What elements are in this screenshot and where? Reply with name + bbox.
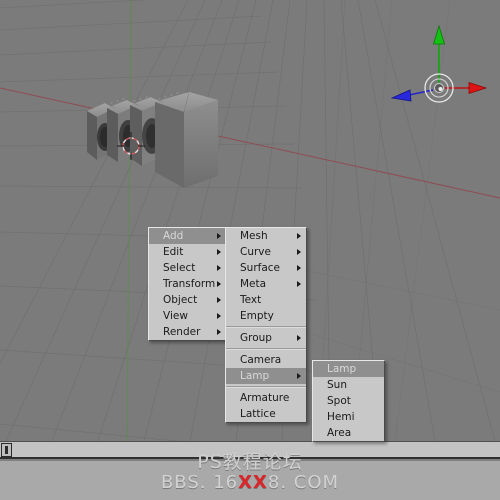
menu-item-object[interactable]: Object: [149, 292, 226, 308]
menu-item-label: Mesh: [240, 230, 268, 242]
submenu-arrow-icon: [217, 233, 221, 239]
menu-item-label: Spot: [327, 395, 351, 407]
menu-item-text[interactable]: Text: [226, 292, 306, 308]
menu-item-meta[interactable]: Meta: [226, 276, 306, 292]
menu-item-label: Lamp: [327, 363, 357, 375]
menu-item-add[interactable]: Add: [149, 228, 226, 244]
menu-item-lamp[interactable]: Lamp: [313, 361, 384, 377]
add-submenu[interactable]: Mesh Curve Surface Meta Text Empty Group Camera…: [225, 227, 307, 423]
menu-item-empty[interactable]: Empty: [226, 308, 306, 324]
menu-item-hemi[interactable]: Hemi: [313, 409, 384, 425]
menu-item-label: Sun: [327, 379, 347, 391]
menu-item-label: Add: [163, 230, 184, 242]
menu-item-edit[interactable]: Edit: [149, 244, 226, 260]
menu-separator: [226, 348, 306, 350]
menu-item-spot[interactable]: Spot: [313, 393, 384, 409]
submenu-arrow-icon: [297, 335, 301, 341]
submenu-arrow-icon: [217, 329, 221, 335]
menu-item-label: Object: [163, 294, 198, 306]
menu-item-label: Camera: [240, 354, 282, 366]
context-menu-root[interactable]: Add Edit Select Transform Object View Render: [148, 227, 227, 341]
axis-y-line: [126, 0, 132, 441]
menu-item-label: Curve: [240, 246, 271, 258]
menu-item-lattice[interactable]: Lattice: [226, 406, 306, 422]
submenu-arrow-icon: [217, 313, 221, 319]
menu-item-label: Empty: [240, 310, 274, 322]
menu-separator: [226, 386, 306, 388]
submenu-arrow-icon: [217, 281, 221, 287]
submenu-arrow-icon: [297, 281, 301, 287]
menu-item-render[interactable]: Render: [149, 324, 226, 340]
menu-item-label: Transform: [163, 278, 216, 290]
menu-item-label: Lamp: [240, 370, 270, 382]
menu-item-view[interactable]: View: [149, 308, 226, 324]
buttons-panel: Shadow and Spot Texture and Input Map To: [0, 461, 500, 500]
gizmo-axis-x: [445, 81, 488, 95]
menu-item-label: Hemi: [327, 411, 355, 423]
submenu-arrow-icon: [297, 373, 301, 379]
blender-window: Add Edit Select Transform Object View Render M…: [0, 0, 500, 500]
menu-item-mesh[interactable]: Mesh: [226, 228, 306, 244]
mesh-object[interactable]: [85, 88, 220, 203]
lamp-submenu[interactable]: Lamp Sun Spot Hemi Area: [312, 360, 385, 442]
menu-item-sun[interactable]: Sun: [313, 377, 384, 393]
menu-item-label: Surface: [240, 262, 281, 274]
3d-cursor: [116, 131, 146, 161]
menu-item-select[interactable]: Select: [149, 260, 226, 276]
buttons-window-header: [0, 441, 500, 459]
submenu-arrow-icon: [297, 265, 301, 271]
submenu-arrow-icon: [217, 297, 221, 303]
menu-separator: [226, 326, 306, 328]
menu-item-armature[interactable]: Armature: [226, 390, 306, 406]
menu-item-curve[interactable]: Curve: [226, 244, 306, 260]
menu-item-label: Armature: [240, 392, 290, 404]
menu-item-transform[interactable]: Transform: [149, 276, 226, 292]
transform-manipulator[interactable]: [385, 20, 490, 125]
menu-item-group[interactable]: Group: [226, 330, 306, 346]
menu-item-label: Area: [327, 427, 352, 439]
menu-item-camera[interactable]: Camera: [226, 352, 306, 368]
menu-item-label: Render: [163, 326, 201, 338]
submenu-arrow-icon: [297, 249, 301, 255]
menu-item-label: Group: [240, 332, 272, 344]
menu-item-label: Select: [163, 262, 196, 274]
editor-type-button[interactable]: [1, 443, 12, 457]
menu-item-label: Lattice: [240, 408, 276, 420]
editor-type-icon: [5, 446, 8, 454]
menu-item-area[interactable]: Area: [313, 425, 384, 441]
menu-item-surface[interactable]: Surface: [226, 260, 306, 276]
submenu-arrow-icon: [217, 265, 221, 271]
submenu-arrow-icon: [217, 249, 221, 255]
submenu-arrow-icon: [297, 233, 301, 239]
menu-item-label: Text: [240, 294, 262, 306]
menu-item-label: Edit: [163, 246, 184, 258]
menu-item-label: Meta: [240, 278, 267, 290]
menu-item-lamp[interactable]: Lamp: [226, 368, 306, 384]
menu-item-label: View: [163, 310, 188, 322]
mesh-object-shape: [87, 91, 218, 188]
